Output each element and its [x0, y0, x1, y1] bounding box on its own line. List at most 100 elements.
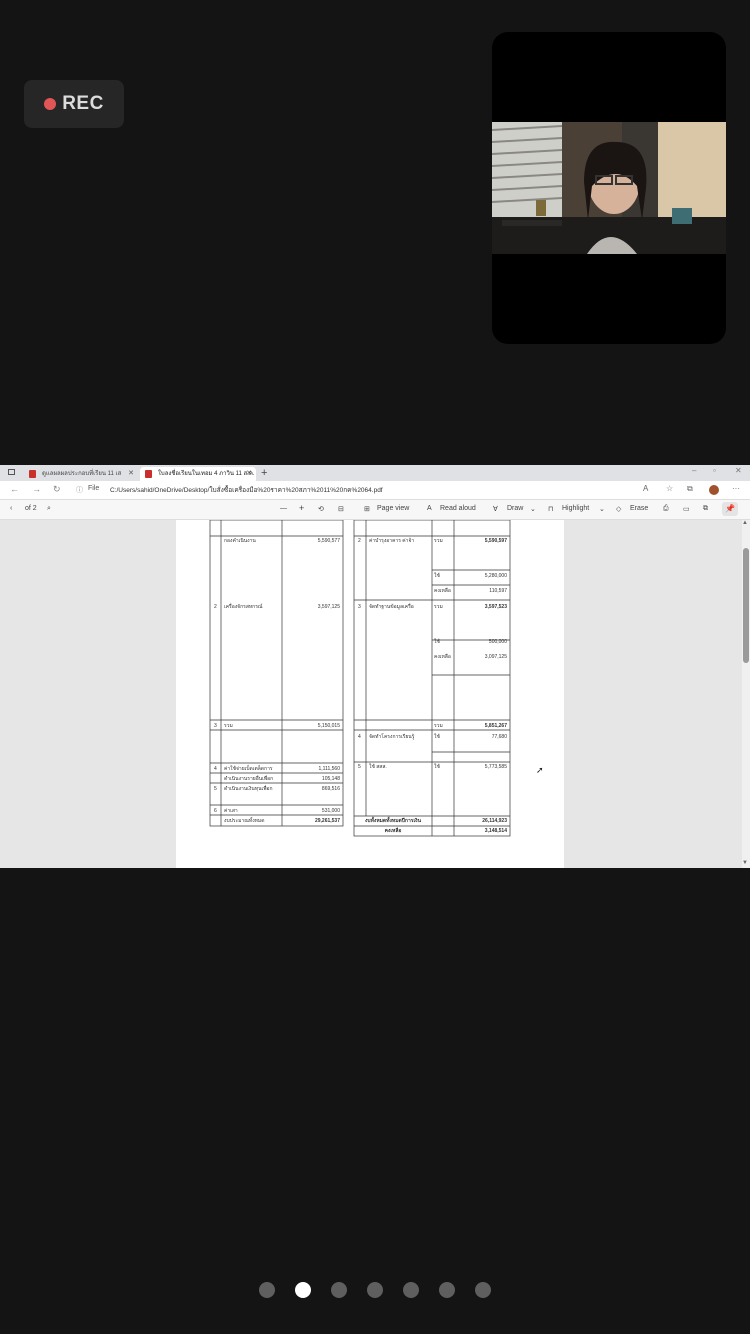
participant-video-image: [492, 122, 726, 254]
right-row-amount: 3,597,523: [485, 604, 507, 610]
browser-tab-2[interactable]: ใบลงชื่อเรียนในเทอม 4 ภาวิน 11 ส.ค. ✕: [140, 467, 256, 481]
left-row-amount: 5,590,577: [318, 538, 340, 544]
print-icon[interactable]: ⎙: [663, 505, 669, 513]
right-row-amount: 5,590,597: [485, 538, 507, 544]
scrollbar-thumb[interactable]: [743, 548, 749, 663]
budget-tables: กองคำเนินงาน 5,590,577 2 เครื่องจักรสหกรณ์ 3…: [209, 520, 511, 837]
left-row-item: รวม: [224, 723, 233, 729]
erase-button[interactable]: Erase: [630, 505, 648, 512]
tab-actions-icon[interactable]: [8, 469, 15, 475]
right-row-amount: 110,597: [489, 588, 507, 594]
record-dot-icon: [44, 98, 57, 110]
zoom-out-icon[interactable]: —: [280, 505, 287, 512]
right-row-kind: คงเหลือ: [434, 653, 451, 660]
left-row-number: 6: [214, 808, 217, 814]
right-row-amount: 77,680: [492, 734, 508, 740]
right-row-item: จัดทำโครงการเรียนรู้: [369, 733, 415, 740]
rotate-icon[interactable]: ⟲: [318, 505, 324, 513]
right-row-number: 3: [358, 604, 361, 610]
page-dot[interactable]: [259, 1282, 275, 1298]
left-row-number: 3: [214, 723, 217, 729]
highlight-button[interactable]: Highlight: [562, 505, 589, 512]
mouse-cursor-icon: ➚: [536, 765, 544, 775]
pdf-toolbar: ‹ of 2 ⌕ — + ⟲ ⊟ ⊞ Page view A Read alou…: [0, 500, 750, 520]
right-row-number: 2: [358, 538, 361, 544]
left-row-amount: 869,516: [322, 786, 340, 792]
left-row-number: 4: [214, 766, 217, 772]
right-row-amount: 5,773,585: [485, 764, 507, 770]
save-as-icon[interactable]: ⧉: [703, 505, 708, 513]
erase-icon: ◇: [616, 506, 622, 513]
info-icon: ⓘ: [76, 487, 83, 494]
right-row-kind: รวม: [434, 723, 443, 729]
minimize-icon[interactable]: –: [692, 466, 696, 475]
tab-title: ดูแลผลผลประกอบที่เรียน 11 เส: [42, 471, 122, 477]
file-label: File: [88, 485, 100, 492]
pdf-viewer[interactable]: กองคำเนินงาน 5,590,577 2 เครื่องจักรสหกรณ์ 3…: [0, 520, 742, 868]
zoom-in-icon[interactable]: +: [299, 503, 304, 513]
read-aloud-pdf-icon: A: [427, 505, 432, 512]
draw-dropdown-icon[interactable]: ⌄: [530, 505, 536, 513]
url-field[interactable]: C:/Users/sahid/OneDrive/Desktop/ใบสั่งซื…: [110, 485, 383, 495]
pdf-scrollbar[interactable]: ▲ ▼: [742, 520, 750, 868]
save-icon[interactable]: ▭: [683, 505, 690, 513]
draw-button[interactable]: Draw: [507, 505, 523, 512]
left-row-item: ดำเนินงานรายอื่นเพื่อก: [224, 775, 273, 782]
pdf-page: กองคำเนินงาน 5,590,577 2 เครื่องจักรสหกรณ์ 3…: [176, 520, 564, 868]
right-row-amount: 5,851,267: [485, 723, 507, 729]
close-tab-icon[interactable]: ✕: [246, 467, 252, 481]
right-row-kind: ใช้: [434, 763, 440, 770]
tab-title: ใบลงชื่อเรียนในเทอม 4 ภาวิน 11 ส.ค.: [158, 471, 255, 477]
browser-tab-bar: ดูแลผลผลประกอบที่เรียน 11 เส ✕ ใบลงชื่อเ…: [0, 465, 750, 481]
close-window-icon[interactable]: ✕: [735, 466, 742, 475]
left-row-amount: 1,111,560: [318, 766, 340, 772]
close-tab-icon[interactable]: ✕: [128, 467, 134, 481]
refresh-icon[interactable]: ↻: [53, 484, 61, 495]
recording-indicator: REC: [24, 80, 124, 128]
left-row-amount: 3,597,125: [318, 604, 340, 610]
left-row-amount: 531,000: [322, 808, 340, 814]
scroll-down-icon[interactable]: ▼: [742, 860, 748, 866]
left-row-item: งบประมาณทั้งหมด: [224, 815, 264, 824]
page-view-icon: ⊞: [364, 506, 370, 513]
back-icon[interactable]: ←: [10, 484, 19, 494]
contents-icon[interactable]: ‹: [10, 505, 12, 512]
forward-icon[interactable]: →: [32, 484, 41, 494]
maximize-icon[interactable]: ▫: [713, 466, 716, 475]
left-row-number: 2: [214, 604, 217, 610]
favorite-star-icon[interactable]: ☆: [666, 484, 673, 493]
page-dot[interactable]: [295, 1282, 311, 1298]
page-dot[interactable]: [367, 1282, 383, 1298]
page-view-button[interactable]: Page view: [377, 505, 409, 512]
total-amount: 3,148,514: [485, 828, 507, 834]
collections-icon[interactable]: ⧉: [687, 484, 693, 494]
pdf-file-icon: [145, 470, 152, 478]
total-amount: 26,114,923: [482, 818, 507, 824]
browser-tab-1[interactable]: ดูแลผลผลประกอบที่เรียน 11 เส ✕: [24, 467, 138, 481]
profile-avatar[interactable]: [709, 485, 719, 495]
page-dot[interactable]: [439, 1282, 455, 1298]
search-icon[interactable]: ⌕: [47, 505, 51, 513]
new-tab-icon[interactable]: +: [261, 467, 267, 479]
highlight-icon: ⊓: [548, 506, 554, 513]
page-indicator[interactable]: of 2: [25, 505, 37, 512]
recording-label: REC: [62, 93, 104, 114]
read-aloud-button[interactable]: Read aloud: [440, 505, 476, 512]
left-row-amount: 29,261,537: [315, 818, 340, 824]
right-row-amount: 3,097,125: [485, 654, 507, 660]
left-row-amount: 5,150,015: [318, 723, 340, 729]
right-row-amount: 500,000: [489, 639, 507, 645]
highlight-dropdown-icon[interactable]: ⌄: [599, 505, 605, 513]
address-bar: ← → ↻ ⓘ File C:/Users/sahid/OneDrive/Des…: [0, 481, 750, 500]
right-row-number: 5: [358, 764, 361, 770]
left-row-item: ดำเนินงานเงินทุนเพื่อก: [224, 785, 273, 792]
read-aloud-icon[interactable]: A: [643, 484, 648, 493]
fit-page-icon[interactable]: ⊟: [338, 505, 344, 513]
page-dot[interactable]: [403, 1282, 419, 1298]
more-options-icon[interactable]: ···: [732, 484, 740, 493]
page-dot[interactable]: [331, 1282, 347, 1298]
page-dot[interactable]: [475, 1282, 491, 1298]
scroll-up-icon[interactable]: ▲: [742, 520, 748, 526]
participant-video-tile[interactable]: [492, 32, 726, 344]
pin-toolbar-icon[interactable]: 📌: [722, 502, 738, 516]
